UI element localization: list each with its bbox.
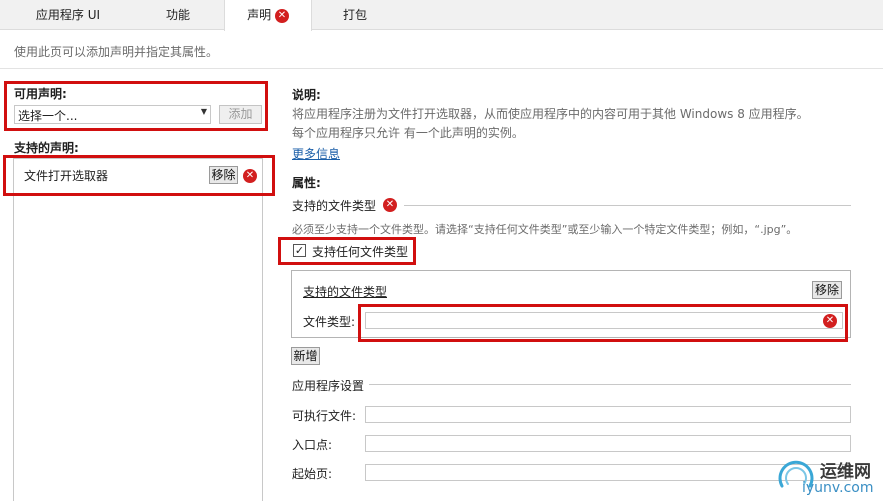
watermark: 运维网 iyunv.com <box>776 452 880 498</box>
highlight-box <box>278 237 416 265</box>
error-icon: ✕ <box>274 8 289 23</box>
supported-file-types-header: 支持的文件类型 <box>292 199 377 213</box>
more-info-link[interactable]: 更多信息 <box>292 145 340 162</box>
entry-point-input[interactable] <box>365 435 851 452</box>
watermark-url: iyunv.com <box>802 480 874 496</box>
executable-input[interactable] <box>365 406 851 423</box>
start-page-label: 起始页: <box>292 467 333 481</box>
add-new-file-type-button[interactable]: 新增 <box>291 347 320 365</box>
file-type-label: 文件类型: <box>303 315 356 329</box>
divider <box>0 68 883 69</box>
supported-declarations-title: 支持的声明: <box>14 141 79 155</box>
error-icon: ✕ <box>383 198 397 212</box>
highlight-box <box>3 155 275 196</box>
tab-packaging[interactable]: 打包 <box>322 0 388 30</box>
tab-declarations-label: 声明 <box>247 8 272 22</box>
section-divider <box>404 205 851 206</box>
description-title: 说明: <box>292 88 321 102</box>
highlight-box <box>358 304 848 342</box>
watermark-brand: 运维网 <box>820 462 871 482</box>
executable-label: 可执行文件: <box>292 409 357 423</box>
description-line-2: 每个应用程序只允许 有一个此声明的实例。 <box>292 126 524 140</box>
supported-declarations-list <box>13 158 263 501</box>
page-description: 使用此页可以添加声明并指定其属性。 <box>14 45 219 59</box>
file-types-group-title: 支持的文件类型 <box>303 285 388 299</box>
highlight-box <box>4 81 268 131</box>
tab-app-ui[interactable]: 应用程序 UI <box>18 0 118 30</box>
entry-point-label: 入口点: <box>292 438 333 452</box>
tab-capabilities[interactable]: 功能 <box>140 0 216 30</box>
file-types-hint: 必须至少支持一个文件类型。请选择“支持任何文件类型”或至少输入一个特定文件类型；… <box>292 223 798 236</box>
section-divider <box>369 384 851 385</box>
remove-file-type-button[interactable]: 移除 <box>812 281 842 299</box>
app-settings-title: 应用程序设置 <box>292 379 365 393</box>
tab-bar: 应用程序 UI 功能 声明 ✕ 打包 <box>0 0 883 31</box>
description-line-1: 将应用程序注册为文件打开选取器，从而使应用程序中的内容可用于其他 Windows… <box>292 107 809 121</box>
tab-declarations[interactable]: 声明 ✕ <box>224 0 312 31</box>
properties-title: 属性: <box>292 176 321 190</box>
